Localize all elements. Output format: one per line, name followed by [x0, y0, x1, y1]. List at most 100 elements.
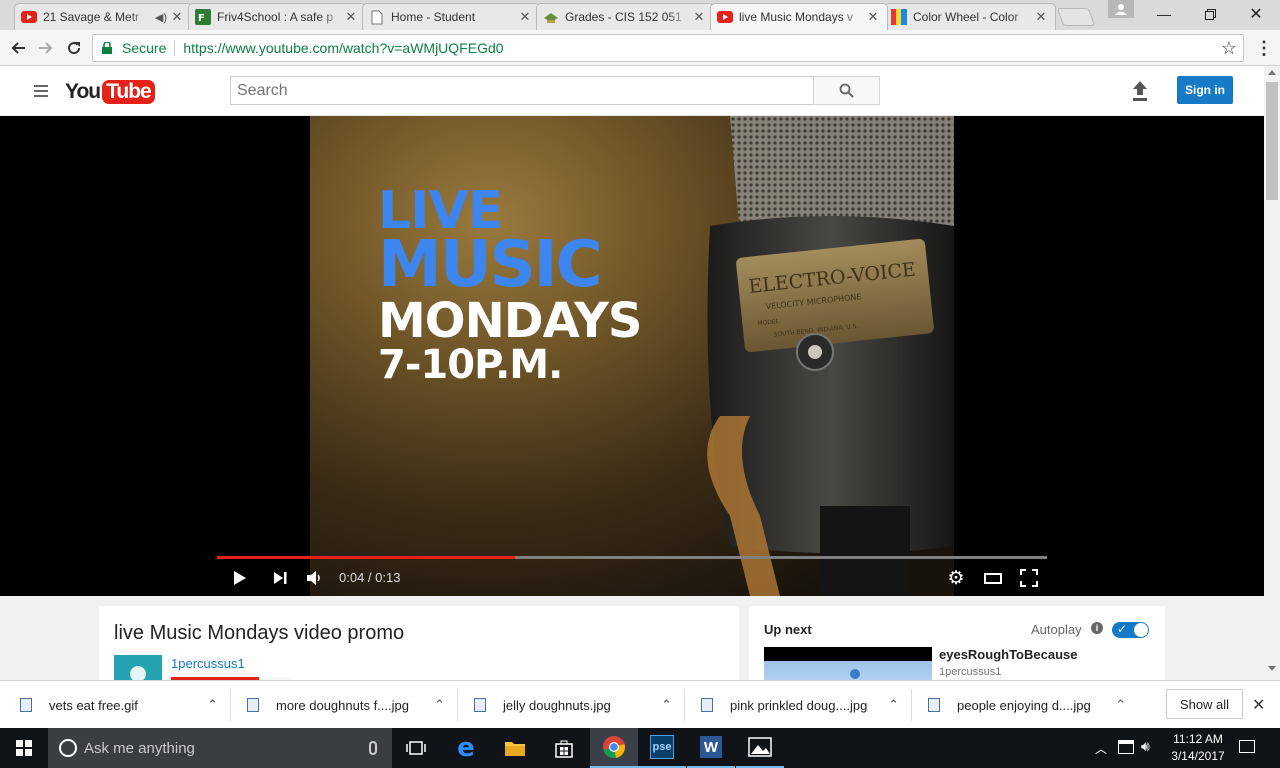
download-item[interactable]: vets eat free.gif ⌃ [20, 689, 218, 721]
settings-gear-icon[interactable]: ⚙ [946, 568, 966, 589]
scroll-thumb[interactable] [1266, 82, 1278, 200]
tab-title: 21 Savage & Metr [43, 10, 140, 24]
video-player[interactable]: ELECTRO-VOICE VELOCITY MICROPHONE MODEL … [0, 116, 1264, 596]
close-icon[interactable]: ✕ [693, 9, 705, 25]
download-filename: vets eat free.gif [49, 697, 138, 713]
file-icon [701, 698, 713, 712]
download-filename: more doughnuts f....jpg [276, 697, 409, 713]
download-filename: jelly doughnuts.jpg [503, 697, 611, 713]
edge-icon[interactable]: e [442, 728, 490, 768]
download-item[interactable]: pink prinkled doug....jpg ⌃ [701, 689, 899, 721]
clock-time[interactable]: 11:12 AM [1166, 732, 1230, 746]
new-tab-button[interactable] [1056, 8, 1096, 26]
tab-color-wheel[interactable]: Color Wheel - Color ✕ [884, 3, 1056, 30]
pse-icon[interactable]: pse [638, 728, 686, 768]
scroll-up-arrow[interactable] [1268, 70, 1276, 75]
download-item[interactable]: jelly doughnuts.jpg ⌃ [474, 689, 672, 721]
file-icon [20, 698, 32, 712]
photos-icon[interactable] [736, 728, 784, 768]
tab-21-savage[interactable]: 21 Savage & Metr ◀) ✕ [14, 3, 192, 30]
autoplay-toggle[interactable]: ✓ [1112, 622, 1149, 638]
reload-icon[interactable] [62, 36, 86, 60]
tab-friv4school[interactable]: F Friv4School : A safe p ✕ [188, 3, 366, 30]
close-shelf-icon[interactable]: ✕ [1252, 695, 1265, 715]
audio-icon[interactable]: ◀) [155, 11, 167, 24]
close-icon[interactable]: ✕ [867, 9, 879, 25]
file-explorer-icon[interactable] [491, 728, 539, 768]
time-display: 0:04 / 0:13 [339, 570, 401, 585]
download-item[interactable]: more doughnuts f....jpg ⌃ [247, 689, 445, 721]
search-input[interactable] [230, 76, 814, 105]
menu-kebab-icon[interactable]: ⋮ [1252, 36, 1276, 60]
video-frame[interactable]: ELECTRO-VOICE VELOCITY MICROPHONE MODEL … [310, 116, 954, 596]
tab-home-student[interactable]: Home - Student ✕ [362, 3, 540, 30]
up-next-thumbnail[interactable] [764, 647, 932, 680]
clock-date[interactable]: 3/14/2017 [1166, 749, 1230, 763]
tab-grades[interactable]: Grades - CIS 152 051 ✕ [536, 3, 714, 30]
overlay-line-time: 7-10P.M. [378, 341, 563, 388]
chevron-up-icon[interactable]: ⌃ [661, 697, 672, 713]
hamburger-menu-icon[interactable] [34, 85, 48, 97]
chevron-up-icon[interactable]: ⌃ [1115, 697, 1126, 713]
bookmark-star-icon[interactable]: ☆ [1221, 38, 1237, 59]
back-icon[interactable] [6, 36, 30, 60]
store-icon[interactable] [540, 728, 588, 768]
youtube-logo[interactable]: You Tube [65, 77, 155, 107]
network-icon[interactable] [1118, 740, 1134, 754]
chevron-up-icon[interactable]: ⌃ [207, 697, 218, 713]
profile-icon[interactable] [1108, 0, 1134, 18]
up-next-title[interactable]: eyesRoughToBecause [939, 647, 1077, 662]
info-icon[interactable]: i [1091, 622, 1103, 634]
minimize-icon[interactable]: — [1141, 0, 1187, 28]
overlay-line-music: MUSIC [378, 227, 603, 302]
microphone-icon[interactable] [369, 741, 377, 755]
word-icon[interactable]: W [687, 728, 735, 768]
scroll-down-arrow[interactable] [1268, 666, 1276, 671]
close-window-icon[interactable]: ✕ [1233, 0, 1279, 28]
windows-start-icon[interactable] [0, 728, 48, 768]
download-divider [911, 689, 912, 721]
channel-name[interactable]: 1percussus1 [171, 656, 245, 671]
up-next-card: Up next Autoplay i ✓ eyesRoughToBecause … [749, 606, 1165, 680]
play-button[interactable] [230, 568, 250, 588]
channel-avatar[interactable] [114, 655, 162, 680]
volume-icon[interactable] [305, 568, 325, 588]
tab-title: Friv4School : A safe p [217, 10, 334, 24]
tab-title: Grades - CIS 152 051 [565, 10, 682, 24]
next-button[interactable] [272, 568, 290, 588]
tab-live-music-mondays[interactable]: live Music Mondays v ✕ [710, 3, 888, 30]
forward-icon[interactable] [34, 36, 58, 60]
close-icon[interactable]: ✕ [171, 9, 183, 25]
tray-chevron-icon[interactable]: ︿ [1095, 740, 1107, 757]
progress-bar[interactable] [217, 556, 1047, 559]
search-button[interactable] [813, 76, 880, 105]
volume-tray-icon[interactable]: 🔊︎ [1141, 738, 1150, 755]
autoplay-label: Autoplay [1031, 622, 1082, 637]
close-icon[interactable]: ✕ [345, 9, 357, 25]
address-bar[interactable]: Secure https://www.youtube.com/watch?v=a… [92, 34, 1244, 62]
friv-icon: F [195, 9, 211, 25]
task-view-icon[interactable] [392, 728, 440, 768]
cortana-search-box[interactable]: Ask me anything [48, 728, 392, 768]
theater-mode-icon[interactable] [983, 568, 1003, 588]
chevron-up-icon[interactable]: ⌃ [888, 697, 899, 713]
up-next-heading: Up next [764, 622, 812, 637]
fullscreen-icon[interactable] [1019, 568, 1039, 588]
restore-icon[interactable] [1187, 0, 1233, 28]
svg-text:F: F [198, 13, 205, 24]
sign-in-button[interactable]: Sign in [1177, 76, 1233, 104]
url-text[interactable]: https://www.youtube.com/watch?v=aWMjUQFE… [183, 40, 503, 56]
download-item[interactable]: people enjoying d....jpg ⌃ [928, 689, 1126, 721]
up-next-channel: 1percussus1 [939, 666, 1002, 678]
chevron-up-icon[interactable]: ⌃ [434, 697, 445, 713]
upload-icon[interactable] [1131, 80, 1149, 102]
close-icon[interactable]: ✕ [519, 9, 531, 25]
file-icon [474, 698, 486, 712]
youtube-icon [717, 9, 733, 25]
tab-title: live Music Mondays v [739, 10, 854, 24]
close-icon[interactable]: ✕ [1035, 9, 1047, 25]
chrome-icon[interactable] [590, 728, 638, 768]
page-scrollbar[interactable] [1264, 66, 1280, 680]
show-all-button[interactable]: Show all [1166, 689, 1243, 719]
action-center-icon[interactable] [1239, 740, 1255, 753]
